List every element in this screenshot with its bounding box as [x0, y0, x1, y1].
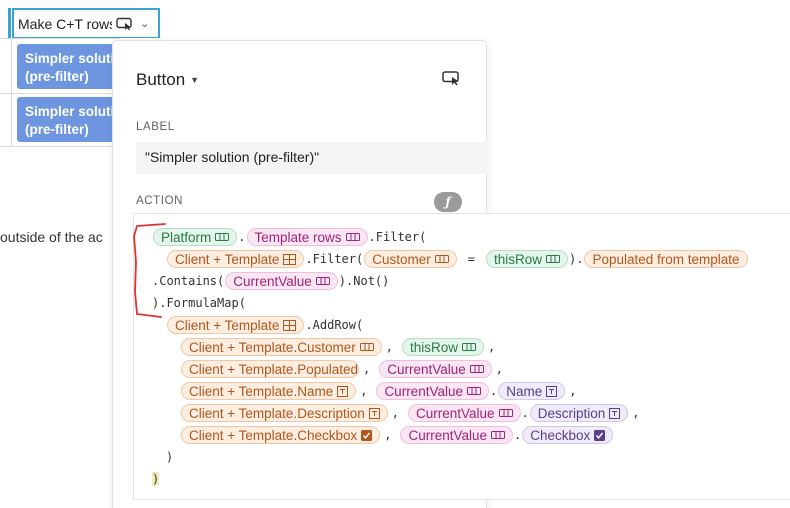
- table-icon: [491, 431, 506, 439]
- formula-operator: .: [489, 384, 498, 398]
- button-label-line2: (pre-filter): [25, 69, 89, 84]
- formula-chip[interactable]: CurrentValue: [376, 382, 489, 400]
- formula-chip[interactable]: CurrentValue: [400, 426, 514, 444]
- formula-chip[interactable]: Populated from template: [584, 250, 748, 268]
- formula-line: Client + Template .AddRow(: [166, 314, 363, 336]
- formula-chip[interactable]: Checkbox: [522, 426, 614, 444]
- formula-chip[interactable]: CurrentValue: [225, 272, 338, 290]
- popover-title-label: Button: [136, 70, 186, 89]
- table-icon: [283, 253, 297, 265]
- formula-chip[interactable]: Client + Template .Name: [181, 382, 357, 400]
- button-label-line1: Simpler soluti: [25, 104, 115, 119]
- formula-chip[interactable]: Name: [498, 382, 566, 400]
- row-divider: [0, 93, 120, 94]
- checkbox-icon: [594, 429, 606, 441]
- row-divider: [0, 38, 120, 39]
- formula-operator: ,: [384, 428, 392, 442]
- formula-operator: .: [238, 230, 246, 244]
- formula-chip[interactable]: thisRow: [485, 250, 568, 268]
- formula-chip[interactable]: thisRow: [401, 338, 484, 356]
- text-field-icon: [337, 385, 349, 397]
- drag-handle[interactable]: [76, 8, 100, 10]
- formula-chip[interactable]: Client + Template .Checkbox: [181, 426, 381, 444]
- formula-chip[interactable]: Client + Template .Customer: [181, 338, 382, 356]
- formula-operator: =: [467, 252, 475, 266]
- formula-function: .Filter(: [368, 230, 427, 244]
- formula-operator: ,: [363, 362, 371, 376]
- annotation-bracket: [133, 223, 166, 318]
- popover-title[interactable]: Button ▼: [136, 70, 199, 90]
- formula-chip[interactable]: Client + Template: [167, 250, 305, 268]
- formula-line: .Contains( CurrentValue ).Not(): [152, 270, 389, 292]
- button-label-line1: Simpler soluti: [25, 51, 115, 66]
- formula-chip[interactable]: Client + Template .Description: [181, 404, 388, 422]
- button-icon: [442, 70, 462, 91]
- label-heading: LABEL: [136, 121, 175, 133]
- text-field-icon: [546, 385, 558, 397]
- row-divider-vertical: [11, 38, 12, 146]
- action-heading: ACTION: [136, 195, 184, 207]
- table-icon: [469, 365, 484, 373]
- formula-function: .AddRow(: [305, 318, 364, 332]
- column-left-edge: [8, 8, 11, 38]
- column-header-label: Make C+T rows: [18, 15, 112, 32]
- table-icon: [466, 387, 481, 395]
- formula-operator: ,: [487, 340, 496, 354]
- formula-chip[interactable]: Client + Template.Populated from templat…: [181, 360, 359, 378]
- formula-operator: .: [521, 406, 529, 420]
- formula-line: ): [152, 468, 160, 490]
- formula-line: Client + Template .Description , CurrentV…: [180, 402, 640, 424]
- formula-chip[interactable]: Template rows: [246, 228, 368, 246]
- formula-operator: ): [152, 472, 160, 486]
- formula-line: Client + Template .Name , CurrentValue . …: [180, 380, 576, 402]
- formula-operator: ).: [569, 252, 584, 266]
- formula-chip[interactable]: CurrentValue: [379, 360, 492, 378]
- chevron-down-icon[interactable]: ⌄: [140, 17, 149, 30]
- text-field-icon: [609, 407, 621, 419]
- formula-operator: ,: [385, 340, 393, 354]
- formula-chip[interactable]: Description: [529, 404, 629, 422]
- table-icon: [546, 255, 560, 263]
- table-icon: [359, 343, 374, 351]
- table-icon: [498, 409, 513, 417]
- table-icon: [434, 255, 449, 263]
- formula-line: Client + Template .Filter( Customer = th…: [166, 248, 749, 270]
- label-input[interactable]: "Simpler solution (pre-filter)": [136, 142, 487, 174]
- formula-function: ).Not(): [338, 274, 390, 288]
- table-icon: [215, 233, 230, 241]
- table-icon: [315, 277, 330, 285]
- formula-operator: ): [166, 450, 174, 464]
- formula-function: .Filter(: [305, 252, 364, 266]
- table-icon: [345, 233, 360, 241]
- button-icon: [116, 17, 134, 31]
- formula-chip[interactable]: Client + Template: [167, 316, 305, 334]
- table-icon: [283, 319, 297, 331]
- formula-operator: ,: [495, 362, 504, 376]
- table-row-button[interactable]: Simpler soluti (pre-filter): [17, 97, 117, 142]
- formula-operator: ,: [391, 406, 399, 420]
- formula-line: Client + Template .Checkbox , CurrentValu…: [180, 424, 614, 446]
- formula-operator: ,: [632, 406, 640, 420]
- text-field-icon: [368, 407, 380, 419]
- formula-line: Client + Template .Customer , thisRow ,: [180, 336, 495, 358]
- formula-chip[interactable]: Customer: [364, 250, 457, 268]
- formula-line: Platform . Template rows .Filter(: [152, 226, 426, 248]
- row-divider: [0, 146, 120, 147]
- formula-line: ): [166, 446, 173, 468]
- formula-operator: ,: [360, 384, 368, 398]
- background-text: outside of the ac: [0, 229, 103, 245]
- button-label-line2: (pre-filter): [25, 122, 89, 137]
- table-row-button[interactable]: Simpler soluti (pre-filter): [17, 44, 117, 89]
- formula-icon[interactable]: ƒ: [434, 192, 462, 212]
- caret-down-icon: ▼: [190, 75, 200, 85]
- formula-editor[interactable]: Platform . Template rows .Filter( Client…: [133, 213, 790, 500]
- column-header[interactable]: Make C+T rows ⌄: [12, 8, 160, 38]
- table-icon: [461, 343, 476, 351]
- formula-line: Client + Template.Populated from templat…: [180, 358, 503, 380]
- formula-operator: .: [514, 428, 522, 442]
- formula-operator: ,: [569, 384, 577, 398]
- checkbox-icon: [361, 429, 373, 441]
- formula-chip[interactable]: CurrentValue: [407, 404, 521, 422]
- editor-divider: [133, 499, 790, 500]
